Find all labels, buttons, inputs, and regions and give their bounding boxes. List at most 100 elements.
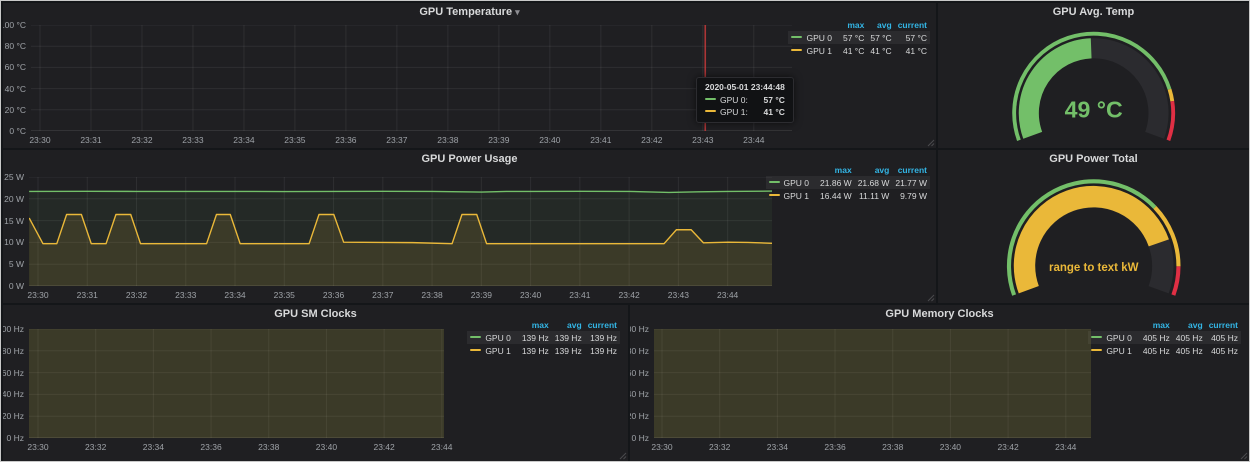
legend-column-header[interactable]: avg [552,319,585,331]
legend-column-header[interactable]: max [519,319,552,331]
legend-series-toggle[interactable]: GPU 1 [788,44,840,57]
legend-column-header[interactable]: current [892,164,930,176]
x-tick-label: 23:32 [131,135,152,145]
x-tick-label: 23:36 [323,290,344,300]
y-tick-label: 40 °C [5,84,26,94]
legend-series-toggle[interactable]: GPU 1 [467,344,519,357]
legend-column-header[interactable]: max [840,19,867,31]
legend-value: 139 Hz [519,344,552,357]
legend-series-toggle[interactable]: GPU 1 [766,189,818,202]
x-tick-label: 23:44 [431,442,452,452]
legend-value: 41 °C [840,44,867,57]
panel-title-gpu-avg-temp[interactable]: GPU Avg. Temp [938,6,1249,20]
legend-value: 21.86 W [817,176,855,189]
legend-series-toggle[interactable]: GPU 0 [1088,331,1140,344]
legend-column-header[interactable]: avg [1173,319,1206,331]
panel-title-text: GPU Memory Clocks [885,308,993,320]
x-tick-label: 23:35 [284,135,305,145]
x-tick-label: 23:38 [421,290,442,300]
x-tick-label: 23:38 [437,135,458,145]
legend-row: GPU 116.44 W11.11 W9.79 W [766,189,930,202]
legend-value: 41 °C [867,44,894,57]
panel-title-gpu-power-total[interactable]: GPU Power Total [938,153,1249,167]
gpu-temperature-chart[interactable]: 100 °C80 °C60 °C40 °C20 °C0 °C23:3023:31… [31,25,792,131]
gpu-power-total-gauge: range to text kW [938,167,1249,301]
panel-gpu-temperature: GPU Temperature▾ 100 °C80 °C60 °C40 °C20… [3,3,936,148]
x-tick-label: 23:36 [335,135,356,145]
legend-value: 405 Hz [1173,331,1206,344]
x-tick-label: 23:40 [539,135,560,145]
y-tick-label: 20 Hz [3,411,24,421]
x-tick-label: 23:34 [767,442,788,452]
legend-series-toggle[interactable]: GPU 0 [766,176,818,189]
panel-gpu-avg-temp: GPU Avg. Temp 49 °C [938,3,1249,148]
gpu-power-usage-chart[interactable]: 25 W20 W15 W10 W5 W0 W23:3023:3123:3223:… [29,177,772,286]
legend-value: 21.68 W [855,176,893,189]
y-tick-label: 40 Hz [630,389,649,399]
legend-gpu-sm-clocks: maxavgcurrentGPU 0139 Hz139 Hz139 HzGPU … [467,319,620,357]
panel-title-text: GPU SM Clocks [274,308,357,320]
legend-series-toggle[interactable]: GPU 0 [788,31,840,44]
legend-value: 57 °C [867,31,894,44]
panel-title-gpu-temperature[interactable]: GPU Temperature▾ [3,6,936,20]
y-tick-label: 0 Hz [632,433,649,443]
panel-resize-handle[interactable] [927,139,935,147]
legend-column-header[interactable]: avg [855,164,893,176]
x-tick-label: 23:42 [618,290,639,300]
legend-column-header[interactable]: current [1206,319,1241,331]
x-tick-label: 23:43 [668,290,689,300]
panel-resize-handle[interactable] [1240,452,1248,460]
x-tick-label: 23:36 [200,442,221,452]
legend-header-spacer [766,164,818,176]
tooltip-row: GPU 0: 57 °C [705,95,785,105]
series-color-dash-icon [791,49,802,51]
panel-title-text: GPU Temperature [419,6,512,18]
x-tick-label: 23:34 [233,135,254,145]
legend-series-toggle[interactable]: GPU 0 [467,331,519,344]
x-tick-label: 23:36 [824,442,845,452]
y-tick-label: 80 °C [5,41,26,51]
x-tick-label: 23:34 [224,290,245,300]
legend-column-header[interactable]: current [895,19,930,31]
x-tick-label: 23:41 [569,290,590,300]
panel-resize-handle[interactable] [619,452,627,460]
tooltip-series-label: GPU 0: [720,95,748,105]
y-tick-label: 100 °C [3,20,26,30]
chevron-down-icon: ▾ [515,7,520,17]
series-color-dash-icon [705,98,716,100]
x-tick-label: 23:42 [641,135,662,145]
panel-resize-handle[interactable] [927,294,935,302]
legend-column-header[interactable]: current [585,319,620,331]
legend-value: 41 °C [895,44,930,57]
y-tick-label: 40 Hz [3,389,24,399]
legend-series-toggle[interactable]: GPU 1 [1088,344,1140,357]
x-tick-label: 23:37 [372,290,393,300]
x-tick-label: 23:33 [175,290,196,300]
tooltip-series-value: 41 °C [764,107,785,117]
legend-column-header[interactable]: max [1140,319,1173,331]
y-tick-label: 10 W [4,237,24,247]
y-tick-label: 0 °C [9,126,26,136]
tooltip-series-value: 57 °C [764,95,785,105]
y-tick-label: 0 W [9,281,24,291]
x-tick-label: 23:32 [85,442,106,452]
legend-gpu-temperature: maxavgcurrentGPU 057 °C57 °C57 °CGPU 141… [788,19,930,57]
legend-column-header[interactable]: avg [867,19,894,31]
legend-gpu-memory-clocks: maxavgcurrentGPU 0405 Hz405 Hz405 HzGPU … [1088,319,1241,357]
x-tick-label: 23:44 [743,135,764,145]
legend-value: 405 Hz [1140,331,1173,344]
x-tick-label: 23:37 [386,135,407,145]
legend-header-spacer [467,319,519,331]
legend-row: GPU 1139 Hz139 Hz139 Hz [467,344,620,357]
x-tick-label: 23:31 [80,135,101,145]
tooltip-row: GPU 1:41 °C [705,107,785,117]
y-tick-label: 60 Hz [630,368,649,378]
legend-value: 139 Hz [585,331,620,344]
series-color-dash-icon [1091,336,1102,338]
x-tick-label: 23:32 [709,442,730,452]
legend-column-header[interactable]: max [817,164,855,176]
gpu-sm-clocks-chart[interactable]: 100 Hz80 Hz60 Hz40 Hz20 Hz0 Hz23:3023:32… [29,329,444,438]
gpu-memory-clocks-chart[interactable]: 100 Hz80 Hz60 Hz40 Hz20 Hz0 Hz23:3023:32… [654,329,1091,438]
panel-title-text: GPU Power Usage [422,153,518,165]
legend-value: 21.77 W [892,176,930,189]
